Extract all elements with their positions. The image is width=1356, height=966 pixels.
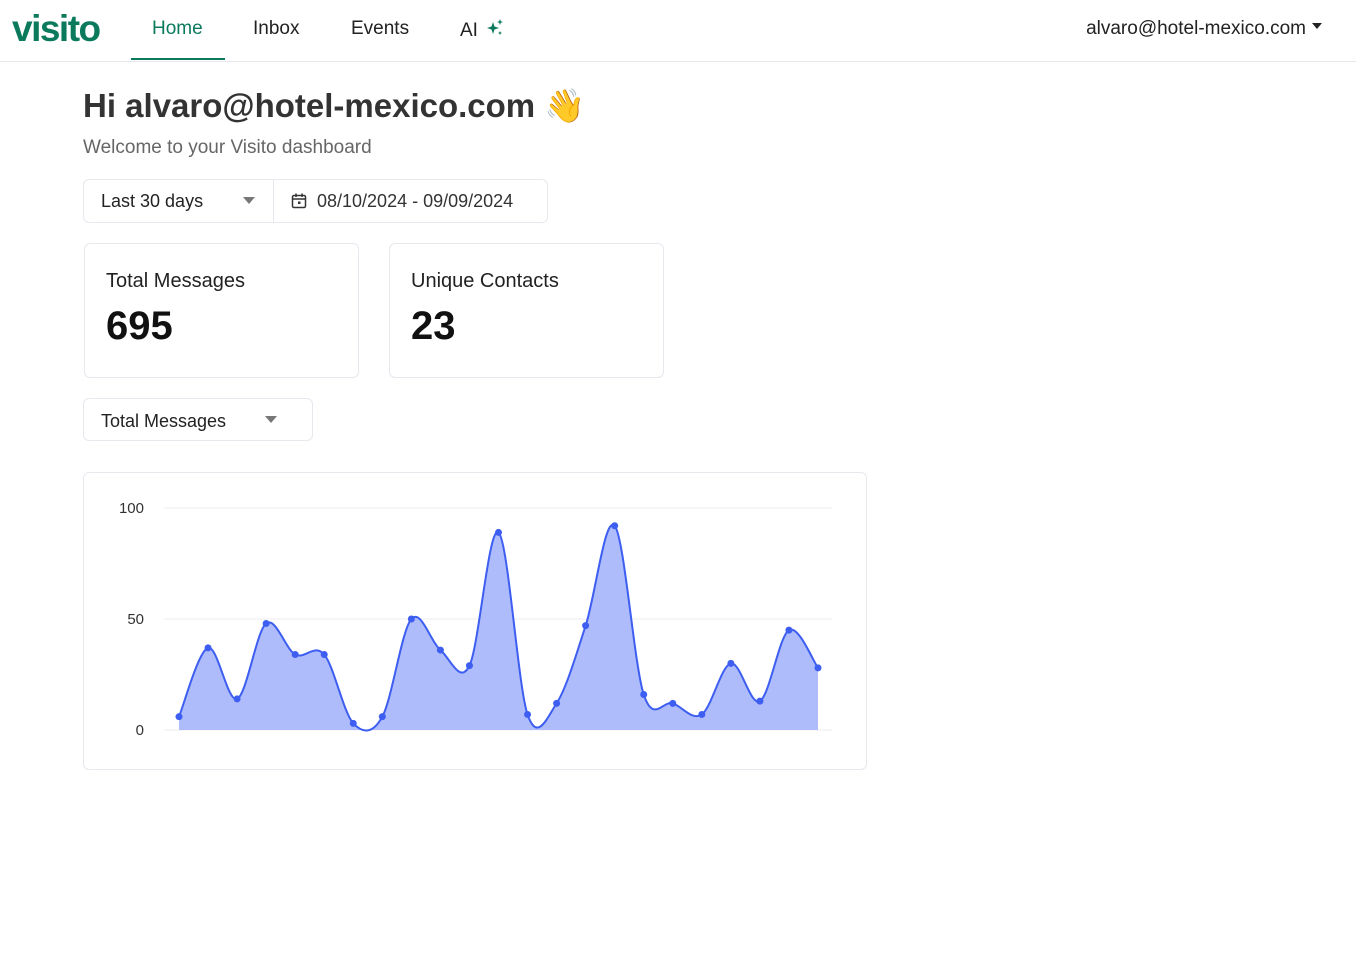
data-point bbox=[436, 646, 444, 654]
user-email: alvaro@hotel-mexico.com bbox=[1086, 18, 1306, 39]
data-point bbox=[611, 522, 619, 530]
page-subtitle: Welcome to your Visito dashboard bbox=[83, 137, 372, 158]
tab-home[interactable]: Home bbox=[152, 18, 203, 40]
chevron-down-icon bbox=[243, 197, 255, 204]
messages-chart: 0 50 100 bbox=[83, 472, 867, 770]
data-point bbox=[756, 697, 764, 705]
area-chart: 0 50 100 bbox=[119, 500, 832, 739]
stat-label: Total Messages bbox=[106, 270, 245, 292]
y-tick-label: 100 bbox=[119, 500, 144, 517]
active-tab-indicator bbox=[131, 58, 225, 60]
data-point bbox=[378, 713, 386, 721]
date-range-picker[interactable]: 08/10/2024 - 09/09/2024 bbox=[317, 191, 513, 212]
data-point bbox=[349, 719, 357, 727]
stat-value: 695 bbox=[106, 304, 173, 348]
tab-ai[interactable]: AI bbox=[460, 18, 505, 42]
area-fill bbox=[179, 524, 818, 731]
stat-label: Unique Contacts bbox=[411, 270, 559, 292]
metric-select[interactable]: Total Messages bbox=[83, 398, 313, 441]
stat-card-unique-contacts: Unique Contacts 23 bbox=[389, 243, 664, 378]
metric-select-value: Total Messages bbox=[101, 411, 227, 431]
date-range-filter: Last 30 days 08/10/2024 - 09/09/2024 bbox=[83, 179, 548, 223]
range-select-value: Last 30 days bbox=[101, 191, 204, 211]
data-point bbox=[640, 690, 648, 698]
stat-value: 23 bbox=[411, 304, 456, 348]
data-point bbox=[814, 664, 822, 672]
tab-ai-label: AI bbox=[460, 20, 478, 41]
y-tick-label: 50 bbox=[127, 611, 144, 628]
data-point bbox=[698, 710, 706, 718]
y-tick-label: 0 bbox=[136, 722, 144, 739]
calendar-icon bbox=[291, 193, 307, 209]
caret-down-icon bbox=[1312, 22, 1322, 29]
data-point bbox=[204, 644, 212, 652]
user-menu[interactable]: alvaro@hotel-mexico.com bbox=[1086, 18, 1322, 40]
top-nav: visito Home Inbox Events AI alvaro@hotel… bbox=[0, 0, 1356, 62]
page-title: Hi alvaro@hotel-mexico.com 👋 bbox=[83, 87, 586, 124]
stat-card-total-messages: Total Messages 695 bbox=[84, 243, 359, 378]
data-point bbox=[524, 710, 532, 718]
data-point bbox=[262, 619, 270, 627]
tab-events[interactable]: Events bbox=[351, 18, 409, 40]
chevron-down-icon bbox=[265, 416, 277, 423]
data-point bbox=[291, 651, 299, 659]
data-point bbox=[407, 615, 415, 623]
data-point bbox=[465, 662, 473, 670]
data-point bbox=[553, 699, 561, 707]
data-point bbox=[320, 651, 328, 659]
data-point bbox=[495, 528, 502, 536]
divider bbox=[273, 180, 274, 222]
sparkles-icon bbox=[487, 19, 504, 35]
data-point bbox=[175, 713, 183, 721]
data-point bbox=[785, 626, 793, 634]
data-point bbox=[727, 659, 735, 667]
data-point bbox=[233, 695, 241, 703]
tab-inbox[interactable]: Inbox bbox=[253, 18, 299, 40]
data-point bbox=[582, 622, 590, 630]
visito-logo[interactable]: visito bbox=[12, 8, 101, 50]
data-point bbox=[669, 699, 677, 707]
